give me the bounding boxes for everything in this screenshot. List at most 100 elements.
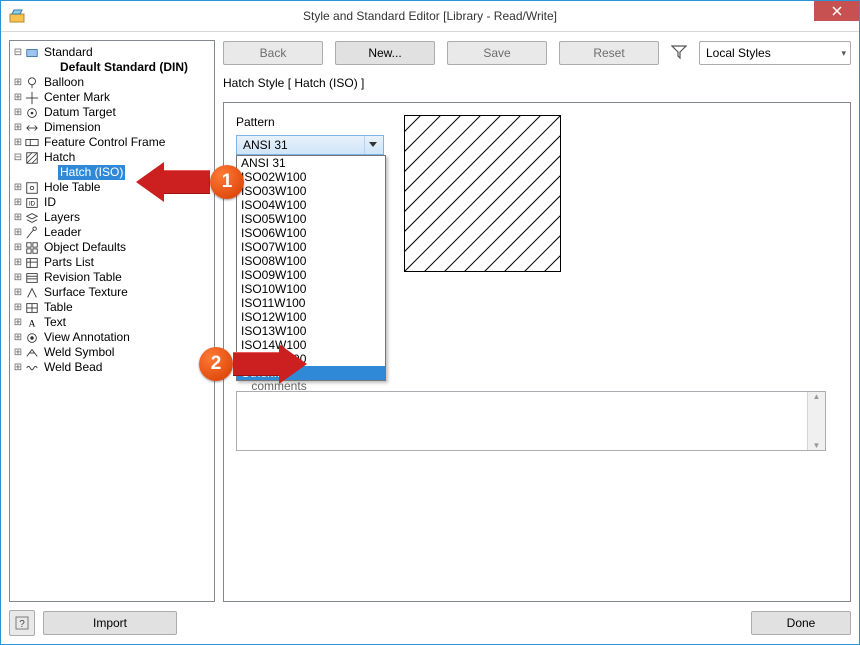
tree-item-label: Dimension <box>42 120 103 135</box>
tree-item-feature-control-frame[interactable]: ⊞Feature Control Frame <box>12 135 212 150</box>
center-icon <box>24 91 40 105</box>
expand-icon[interactable]: ⊞ <box>12 90 24 105</box>
tree-item-leader[interactable]: ⊞ Leader <box>12 225 212 240</box>
scrollbar[interactable]: ▲ ▼ <box>807 392 825 450</box>
pattern-option[interactable]: ANSI 31 <box>237 156 385 170</box>
pattern-option[interactable]: ISO10W100 <box>237 282 385 296</box>
pattern-combo-value: ANSI 31 <box>243 138 288 152</box>
hatch-icon <box>24 151 40 165</box>
tree-item-datum-target[interactable]: ⊞Datum Target <box>12 105 212 120</box>
import-button[interactable]: Import <box>43 611 177 635</box>
pattern-option[interactable]: ISO03W100 <box>237 184 385 198</box>
expand-icon[interactable]: ⊞ <box>12 180 24 195</box>
new-button[interactable]: New... <box>335 41 435 65</box>
tree-item-label: Revision Table <box>42 270 124 285</box>
expand-icon[interactable]: ⊞ <box>12 240 24 255</box>
filter-icon[interactable] <box>671 44 687 63</box>
expand-icon[interactable]: ⊞ <box>12 345 24 360</box>
save-button: Save <box>447 41 547 65</box>
tree-item-standard[interactable]: ⊟Standard <box>12 45 212 60</box>
back-button: Back <box>223 41 323 65</box>
help-button[interactable]: ? <box>9 610 35 636</box>
wsym-icon <box>24 346 40 360</box>
tree-item-label: Hatch <box>42 150 77 165</box>
pattern-option[interactable]: ISO06W100 <box>237 226 385 240</box>
expand-icon[interactable]: ⊞ <box>12 255 24 270</box>
reset-button: Reset <box>559 41 659 65</box>
tree-item-label: Hole Table <box>42 180 102 195</box>
expand-icon[interactable]: ⊞ <box>12 225 24 240</box>
expand-icon[interactable]: ⊞ <box>12 285 24 300</box>
style-editor-window: Style and Standard Editor [Library - Rea… <box>0 0 860 645</box>
expand-icon[interactable]: ⊞ <box>12 300 24 315</box>
callout-1: 1 <box>136 162 244 202</box>
expand-icon[interactable]: ⊞ <box>12 360 24 375</box>
wbead-icon <box>24 361 40 375</box>
tree-item-weld-bead[interactable]: ⊞ Weld Bead <box>12 360 212 375</box>
tree-panel: ⊟StandardDefault Standard (DIN)⊞Balloon⊞… <box>9 40 215 602</box>
tree-item-table[interactable]: ⊞ Table <box>12 300 212 315</box>
tree-item-parts-list[interactable]: ⊞Parts List <box>12 255 212 270</box>
expand-icon[interactable]: ⊞ <box>12 105 24 120</box>
hole-icon <box>24 181 40 195</box>
tree-item-balloon[interactable]: ⊞Balloon <box>12 75 212 90</box>
scroll-up-icon[interactable]: ▲ <box>813 392 821 401</box>
surf-icon <box>24 286 40 300</box>
id-icon: ID <box>24 196 40 210</box>
expand-icon[interactable]: ⊞ <box>12 315 24 330</box>
pattern-option[interactable]: ISO12W100 <box>237 310 385 324</box>
tree-item-surface-texture[interactable]: ⊞ Surface Texture <box>12 285 212 300</box>
pattern-option[interactable]: ISO07W100 <box>237 240 385 254</box>
pattern-option[interactable]: ISO11W100 <box>237 296 385 310</box>
datum-icon <box>24 106 40 120</box>
collapse-icon[interactable]: ⊟ <box>12 45 24 60</box>
tree-item-label: Leader <box>42 225 83 240</box>
callout-1-badge: 1 <box>210 165 244 199</box>
tree-item-label: Weld Symbol <box>42 345 116 360</box>
comments-textarea[interactable]: ▲ ▼ <box>236 391 826 451</box>
tree-item-layers[interactable]: ⊞ Layers <box>12 210 212 225</box>
tree-item-label: Surface Texture <box>42 285 130 300</box>
pattern-option[interactable]: ISO02W100 <box>237 170 385 184</box>
leader-icon <box>24 226 40 240</box>
blank-icon <box>40 61 56 75</box>
tree-item-label: Table <box>42 300 75 315</box>
pattern-option[interactable]: ISO08W100 <box>237 254 385 268</box>
hatch-preview <box>404 115 561 272</box>
pattern-combo[interactable]: ANSI 31 <box>236 135 384 155</box>
expand-icon[interactable]: ⊞ <box>12 120 24 135</box>
close-button[interactable] <box>814 1 859 21</box>
tree-item-weld-symbol[interactable]: ⊞ Weld Symbol <box>12 345 212 360</box>
style-tree[interactable]: ⊟StandardDefault Standard (DIN)⊞Balloon⊞… <box>12 45 212 375</box>
pattern-option[interactable]: ISO05W100 <box>237 212 385 226</box>
tree-item-revision-table[interactable]: ⊞ Revision Table <box>12 270 212 285</box>
scope-combo[interactable]: Local Styles ▾ <box>699 41 851 65</box>
tree-item-label: Layers <box>42 210 82 225</box>
tree-item-text[interactable]: ⊞AText <box>12 315 212 330</box>
bottom-bar: ? Import Done <box>9 610 851 636</box>
pattern-option[interactable]: ISO04W100 <box>237 198 385 212</box>
pattern-option[interactable]: ISO13W100 <box>237 324 385 338</box>
tree-item-center-mark[interactable]: ⊞Center Mark <box>12 90 212 105</box>
tree-item-default-standard-din-[interactable]: Default Standard (DIN) <box>12 60 212 75</box>
tree-item-label: ID <box>42 195 58 210</box>
chevron-down-icon <box>364 136 381 154</box>
client-area: ⊟StandardDefault Standard (DIN)⊞Balloon⊞… <box>1 32 859 644</box>
done-button[interactable]: Done <box>751 611 851 635</box>
tree-item-object-defaults[interactable]: ⊞Object Defaults <box>12 240 212 255</box>
expand-icon[interactable]: ⊞ <box>12 75 24 90</box>
expand-icon[interactable]: ⊞ <box>12 330 24 345</box>
tree-item-view-annotation[interactable]: ⊞View Annotation <box>12 330 212 345</box>
chevron-down-icon: ▾ <box>841 48 846 59</box>
expand-icon[interactable]: ⊞ <box>12 270 24 285</box>
expand-icon[interactable]: ⊞ <box>12 210 24 225</box>
scroll-down-icon[interactable]: ▼ <box>813 441 821 450</box>
scope-combo-value: Local Styles <box>706 46 771 60</box>
tree-item-dimension[interactable]: ⊞ Dimension <box>12 120 212 135</box>
collapse-icon[interactable]: ⊟ <box>12 150 24 165</box>
std-icon <box>24 46 40 60</box>
expand-icon[interactable]: ⊞ <box>12 195 24 210</box>
pattern-option[interactable]: ISO09W100 <box>237 268 385 282</box>
tree-item-label: Weld Bead <box>42 360 104 375</box>
expand-icon[interactable]: ⊞ <box>12 135 24 150</box>
